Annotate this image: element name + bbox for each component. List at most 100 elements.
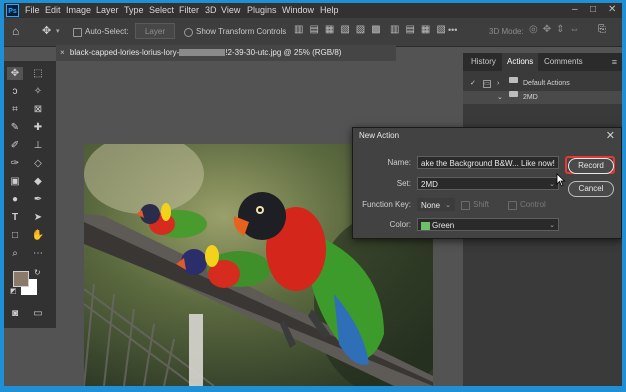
action-name-input[interactable]: ake the Background B&W... Like now! bbox=[417, 156, 559, 169]
mode-3d-label: 3D Mode: bbox=[489, 27, 524, 36]
menu-3d[interactable]: 3D bbox=[205, 5, 217, 15]
restore-icon[interactable]: □ bbox=[590, 4, 596, 15]
menu-plugins[interactable]: Plugins bbox=[247, 5, 277, 15]
tool-preset-chevron-icon[interactable]: ▾ bbox=[56, 27, 60, 35]
home-icon[interactable]: ⌂ bbox=[12, 24, 19, 38]
foreground-color-swatch[interactable] bbox=[13, 271, 29, 287]
auto-select-checkbox[interactable] bbox=[73, 28, 82, 37]
panel-menu-icon[interactable]: ≡ bbox=[612, 57, 617, 67]
mouse-pointer-icon bbox=[556, 173, 566, 187]
distribute-icons[interactable]: ▥▤▦▧ bbox=[390, 24, 452, 35]
edit-toolbar-icon[interactable]: ⋯ bbox=[30, 247, 46, 260]
action-set-label: Default Actions bbox=[523, 80, 570, 87]
photoshop-window: Ps File Edit Image Layer Type Select Fil… bbox=[4, 3, 622, 386]
folder-icon bbox=[509, 91, 518, 97]
color-dropdown[interactable]: Green ⌄ bbox=[417, 218, 559, 231]
move-tool-icon[interactable]: ✥ bbox=[42, 24, 51, 37]
function-key-dropdown[interactable]: None ⌄ bbox=[417, 198, 455, 211]
dodge-tool-icon[interactable]: ● bbox=[7, 193, 23, 206]
record-button[interactable]: Record bbox=[568, 158, 614, 174]
close-window-icon[interactable]: ✕ bbox=[608, 4, 616, 15]
cancel-button[interactable]: Cancel bbox=[568, 181, 614, 197]
close-dialog-icon[interactable]: ✕ bbox=[606, 129, 615, 142]
menu-bar: Ps File Edit Image Layer Type Select Fil… bbox=[4, 3, 622, 18]
marquee-tool-icon[interactable]: ⬚ bbox=[30, 67, 46, 80]
tools-panel: ✥ ⬚ ↄ ✧ ⌗ ⊠ ✎ ✚ ✐ ⊥ ✑ ◇ ▣ ◆ ● ✒ T ➤ □ ✋ … bbox=[4, 61, 56, 328]
gradient-tool-icon[interactable]: ▣ bbox=[7, 175, 23, 188]
set-label: Set: bbox=[396, 179, 411, 188]
collapse-chevron-icon[interactable]: ⌄ bbox=[497, 91, 503, 104]
document-name-start: black-capped-lories-lorius-lory- bbox=[69, 48, 180, 57]
menu-help[interactable]: Help bbox=[320, 5, 339, 15]
history-brush-tool-icon[interactable]: ✑ bbox=[7, 157, 23, 170]
screen-mode-icon[interactable]: ▭ bbox=[30, 307, 46, 320]
pen-tool-icon[interactable]: ✒ bbox=[30, 193, 46, 206]
redacted-filename-part bbox=[179, 49, 226, 57]
magic-wand-tool-icon[interactable]: ✧ bbox=[30, 85, 46, 98]
tab-actions[interactable]: Actions bbox=[502, 53, 539, 71]
menu-edit[interactable]: Edit bbox=[45, 5, 61, 15]
minimize-icon[interactable]: – bbox=[572, 4, 578, 15]
3d-mode-icons[interactable]: ◎✥⇕⇔ bbox=[529, 24, 584, 35]
lasso-tool-icon[interactable]: ↄ bbox=[7, 85, 23, 98]
menu-image[interactable]: Image bbox=[66, 5, 91, 15]
frame-tool-icon[interactable]: ⊠ bbox=[30, 103, 46, 116]
menu-file[interactable]: File bbox=[25, 5, 40, 15]
tab-history[interactable]: History bbox=[466, 53, 501, 71]
chevron-down-icon: ⌄ bbox=[549, 181, 555, 188]
chevron-down-icon: ⌄ bbox=[445, 202, 451, 209]
clone-stamp-tool-icon[interactable]: ⊥ bbox=[30, 139, 46, 152]
menu-type[interactable]: Type bbox=[124, 5, 144, 15]
menu-select[interactable]: Select bbox=[149, 5, 174, 15]
quick-mask-icon[interactable]: ◙ bbox=[7, 307, 23, 320]
menu-window[interactable]: Window bbox=[282, 5, 314, 15]
default-colors-icon[interactable]: ◩ bbox=[10, 287, 17, 295]
toggle-checkmark-icon[interactable]: ✓ bbox=[470, 77, 476, 90]
dialog-title: New Action bbox=[359, 131, 400, 140]
action-set-label: 2MD bbox=[523, 94, 538, 101]
options-bar: ⌂ ✥ ▾ Auto-Select: Layer Show Transform … bbox=[4, 18, 622, 47]
new-action-dialog: New Action ✕ Name: ake the Background B&… bbox=[352, 127, 622, 239]
folder-icon bbox=[509, 77, 518, 83]
control-label: Control bbox=[520, 200, 546, 209]
brush-tool-icon[interactable]: ✐ bbox=[7, 139, 23, 152]
tab-comments[interactable]: Comments bbox=[539, 53, 588, 71]
swap-colors-icon[interactable]: ↻ bbox=[34, 268, 41, 277]
action-set-row[interactable]: ✓ ▭ › Default Actions bbox=[463, 77, 622, 90]
control-checkbox[interactable] bbox=[508, 201, 517, 210]
menu-filter[interactable]: Filter bbox=[179, 5, 199, 15]
shift-label: Shift bbox=[473, 200, 490, 209]
expand-chevron-icon[interactable]: › bbox=[497, 77, 499, 90]
blur-tool-icon[interactable]: ◆ bbox=[30, 175, 46, 188]
document-name-end: !2-39-30-utc.jpg @ 25% (RGB/8) bbox=[225, 48, 342, 57]
auto-select-target-dropdown[interactable]: Layer bbox=[135, 23, 175, 39]
set-dropdown[interactable]: 2MD ⌄ bbox=[417, 177, 559, 190]
path-selection-tool-icon[interactable]: ➤ bbox=[30, 211, 46, 224]
crop-tool-icon[interactable]: ⌗ bbox=[7, 103, 23, 116]
zoom-tool-icon[interactable]: ⌕ bbox=[7, 247, 23, 260]
name-label: Name: bbox=[387, 158, 411, 167]
shift-checkbox[interactable] bbox=[461, 201, 470, 210]
show-transform-checkbox[interactable] bbox=[184, 28, 193, 37]
photoshop-logo: Ps bbox=[6, 4, 19, 17]
menu-layer[interactable]: Layer bbox=[96, 5, 119, 15]
dialog-toggle-icon[interactable]: ▭ bbox=[483, 80, 491, 88]
close-tab-icon[interactable]: × bbox=[60, 48, 65, 57]
align-icons[interactable]: ▥▤▦▧▨▩ bbox=[294, 24, 387, 35]
type-tool-icon[interactable]: T bbox=[7, 211, 23, 224]
function-key-value: None bbox=[421, 201, 441, 210]
eyedropper-tool-icon[interactable]: ✎ bbox=[7, 121, 23, 134]
color-swatch bbox=[421, 221, 430, 230]
share-icon[interactable]: ⎘ bbox=[598, 24, 606, 35]
menu-view[interactable]: View bbox=[221, 5, 240, 15]
action-set-row[interactable]: ⌄ 2MD bbox=[463, 91, 622, 104]
healing-brush-tool-icon[interactable]: ✚ bbox=[30, 121, 46, 134]
panel-tab-bar: History Actions Comments ≡ bbox=[463, 53, 622, 71]
color-value: Green bbox=[432, 221, 455, 230]
move-tool-icon[interactable]: ✥ bbox=[7, 67, 23, 80]
document-tab[interactable]: × black-capped-lories-lorius-lory- !2-39-… bbox=[56, 45, 396, 61]
more-options-icon[interactable]: ••• bbox=[448, 25, 457, 35]
eraser-tool-icon[interactable]: ◇ bbox=[30, 157, 46, 170]
rectangle-tool-icon[interactable]: □ bbox=[7, 229, 23, 242]
hand-tool-icon[interactable]: ✋ bbox=[30, 229, 46, 242]
